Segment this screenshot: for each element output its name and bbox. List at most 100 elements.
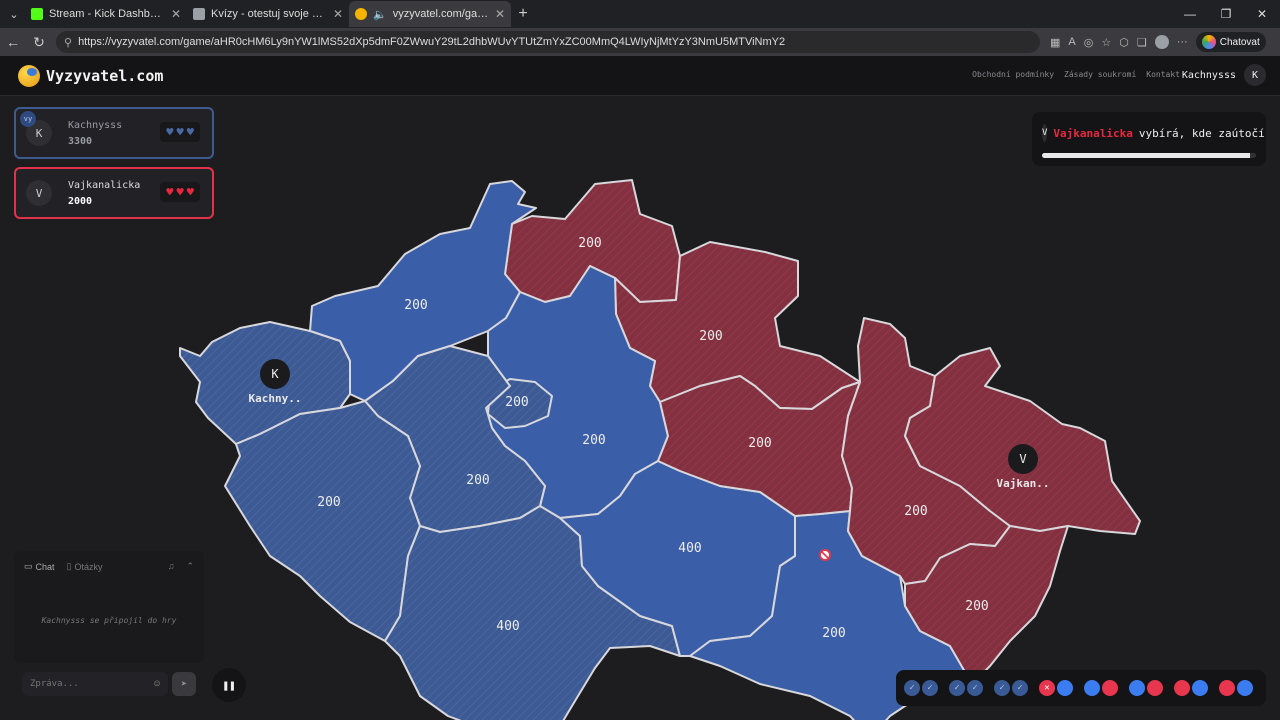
marker-letter: V — [1019, 452, 1026, 466]
round-dot-blue — [1057, 680, 1073, 696]
round-pair — [1084, 680, 1118, 696]
kick-icon — [31, 8, 43, 20]
round-dot-blue — [1129, 680, 1145, 696]
close-icon[interactable]: ✕ — [495, 7, 505, 21]
header-links: Obchodní podmínky Zásady soukromí Kontak… — [972, 70, 1180, 79]
turn-timer-fill — [1042, 153, 1250, 158]
browser-tab[interactable]: Stream - Kick Dashboard ✕ — [25, 1, 187, 27]
address-bar[interactable]: ⚲ https://vyzyvatel.com/game/aHR0cHM6Ly9… — [56, 31, 1040, 53]
marker-letter: K — [271, 367, 279, 381]
close-icon[interactable]: ✕ — [171, 7, 181, 21]
more-menu-icon[interactable]: ··· — [1177, 36, 1188, 48]
tab-questions-label: Otázky — [74, 561, 103, 572]
bell-icon[interactable]: ♫ — [168, 561, 175, 572]
browser-tools: ▦ A ◎ ☆ ⬡ ❏ ··· Chatovat — [1050, 32, 1266, 52]
region-value: 200 — [582, 433, 605, 448]
tab-title: vyzyvatel.com/game/aHR0c — [392, 8, 489, 20]
minimize-button[interactable]: — — [1172, 0, 1208, 28]
tab-search-button[interactable]: ⌄ — [3, 3, 25, 25]
send-icon: ➤ — [180, 678, 188, 690]
round-lost-icon: ✕ — [1039, 680, 1055, 696]
browser-tab-active[interactable]: 🔈 vyzyvatel.com/game/aHR0c ✕ — [349, 1, 511, 27]
terms-link[interactable]: Obchodní podmínky — [972, 70, 1054, 79]
chevron-up-icon[interactable]: ⌃ — [186, 561, 194, 572]
chat-input[interactable] — [30, 679, 154, 689]
speaker-icon[interactable]: 🔈 — [373, 8, 387, 21]
region-value: 200 — [748, 436, 771, 451]
round-dot-red — [1102, 680, 1118, 696]
site-header: Vyzyvatel.com Obchodní podmínky Zásady s… — [0, 56, 1280, 96]
new-tab-button[interactable]: + — [511, 5, 535, 23]
marker-name: Vajkan.. — [997, 477, 1050, 490]
round-dot-red — [1174, 680, 1190, 696]
profile-avatar[interactable] — [1154, 35, 1169, 49]
region-value: 200 — [317, 495, 340, 510]
round-dot-red — [1219, 680, 1235, 696]
chat-icon: ▭ — [24, 561, 33, 571]
region-value: 200 — [404, 298, 427, 313]
round-check-icon: ✓ — [967, 680, 983, 696]
browser-toolbar: ← ↻ ⚲ https://vyzyvatel.com/game/aHR0cHM… — [0, 28, 1280, 56]
contact-link[interactable]: Kontakt — [1146, 70, 1180, 79]
region-value: 200 — [466, 473, 489, 488]
heart-icon: ♥ — [186, 125, 194, 139]
url-text: https://vyzyvatel.com/game/aHR0cHM6Ly9nY… — [78, 36, 786, 48]
status-player-name: Vajkanalicka — [1053, 126, 1133, 140]
region-jihocesky-west[interactable] — [224, 400, 421, 642]
round-history: ✓ ✓ ✓ ✓ ✓ ✓ ✕ — [896, 670, 1266, 706]
round-check-icon: ✓ — [1012, 680, 1028, 696]
region-value: 200 — [822, 626, 845, 641]
extensions-icon[interactable]: ⬡ — [1119, 36, 1129, 49]
tab-questions[interactable]: ▯ Otázky — [67, 561, 103, 572]
back-button[interactable]: ← — [0, 34, 26, 50]
browser-tab[interactable]: Kvízy - otestuj svoje vedomosti! - K ✕ — [187, 1, 349, 27]
send-button[interactable]: ➤ — [172, 672, 196, 696]
copilot-button[interactable]: Chatovat — [1195, 32, 1266, 52]
read-aloud-icon[interactable]: A — [1068, 36, 1075, 48]
player-name: Vajkanalicka — [68, 179, 141, 191]
avatar: K — [1244, 64, 1266, 86]
round-check-icon: ✓ — [994, 680, 1010, 696]
tab-chat[interactable]: ▭ Chat — [24, 561, 55, 572]
browser-tab-strip: ⌄ Stream - Kick Dashboard ✕ Kvízy - otes… — [0, 0, 1280, 28]
close-window-button[interactable]: ✕ — [1244, 0, 1280, 28]
apps-icon[interactable]: ▦ — [1050, 36, 1060, 49]
collections-icon[interactable]: ❏ — [1137, 36, 1147, 49]
privacy-link[interactable]: Zásady soukromí — [1064, 70, 1136, 79]
document-icon: ▯ — [66, 561, 72, 571]
round-pair: ✓ ✓ — [904, 680, 938, 696]
site-icon — [193, 8, 205, 20]
pause-icon: ❚❚ — [222, 678, 236, 692]
chat-panel: ▭ Chat ▯ Otázky ♫ ⌃ Kachnysss se připojil … — [14, 551, 204, 663]
region-value: 200 — [965, 599, 988, 614]
heart-icon: ♥ — [176, 125, 184, 139]
heart-icon: ♥ — [166, 185, 174, 199]
user-menu[interactable]: Kachnysss K — [1182, 64, 1266, 86]
site-info-icon[interactable]: ⚲ — [64, 36, 72, 49]
tab-chat-label: Chat — [35, 561, 55, 572]
maximize-button[interactable]: ❐ — [1208, 0, 1244, 28]
round-check-icon: ✓ — [922, 680, 938, 696]
round-dot-blue — [1192, 680, 1208, 696]
player-name: Kachnysss — [68, 119, 123, 131]
tracking-icon[interactable]: ◎ — [1084, 36, 1094, 49]
turn-timer-bar — [1042, 153, 1256, 158]
username: Kachnysss — [1181, 69, 1236, 81]
close-icon[interactable]: ✕ — [333, 7, 343, 21]
round-dot-blue — [1084, 680, 1100, 696]
favorite-icon[interactable]: ☆ — [1101, 36, 1111, 49]
site-logo[interactable]: Vyzyvatel.com — [18, 64, 163, 87]
emoji-icon[interactable]: ☺ — [154, 679, 160, 690]
you-badge: vy — [20, 111, 36, 127]
heart-icon: ♥ — [166, 125, 174, 139]
pause-button[interactable]: ❚❚ — [212, 668, 246, 702]
player-card-vajkanalicka: V Vajkanalicka 2000 ♥ ♥ ♥ — [14, 167, 214, 219]
region-value: 400 — [496, 619, 519, 634]
region-value: 400 — [678, 541, 701, 556]
reload-button[interactable]: ↻ — [26, 34, 52, 51]
region-value: 200 — [505, 395, 528, 410]
round-pair: ✓ ✓ — [949, 680, 983, 696]
marker-name: Kachny.. — [249, 392, 302, 405]
lives: ♥ ♥ ♥ — [160, 122, 200, 142]
logo-icon — [18, 64, 40, 87]
